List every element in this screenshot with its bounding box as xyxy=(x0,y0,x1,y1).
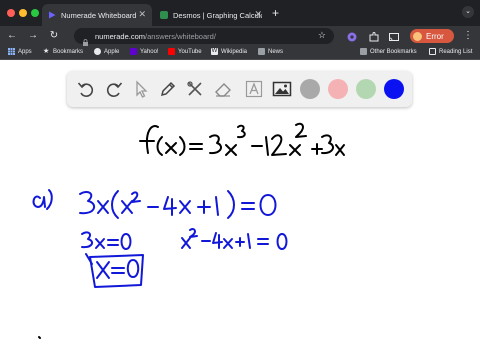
reading-list-icon xyxy=(429,48,436,55)
url-path: /answers/whiteboard/ xyxy=(145,31,216,41)
cast-icon[interactable] xyxy=(388,30,400,42)
bookmark-other-bookmarks[interactable]: Other Bookmarks xyxy=(360,48,417,55)
more-menu-icon[interactable]: ⋮ xyxy=(463,30,473,42)
bookmark-label: Reading List xyxy=(439,48,473,55)
bookmark-apps[interactable]: Apps xyxy=(8,48,32,55)
lock-icon xyxy=(82,33,89,46)
desmos-icon xyxy=(160,11,168,19)
bookmark-label: Yahoo! xyxy=(140,48,159,55)
bookmark-label: Wikipedia xyxy=(221,48,248,55)
apple-icon xyxy=(94,48,101,55)
tab-strip: Numerade Whiteboard ✕ Desmos | Graphing … xyxy=(0,0,480,26)
bookmark-reading-list[interactable]: Reading List xyxy=(429,48,472,55)
extension-icon[interactable] xyxy=(346,30,358,42)
extension-puzzle-icon[interactable] xyxy=(368,30,380,42)
url-host: numerade.com xyxy=(95,31,146,41)
wikipedia-icon: W xyxy=(211,48,218,55)
bookmark-label: Other Bookmarks xyxy=(370,48,417,55)
handwritten-line-b xyxy=(81,227,288,288)
handwritten-function xyxy=(139,122,345,156)
address-bar[interactable]: numerade.com/answers/whiteboard/ ☆ xyxy=(74,28,334,46)
bookmark-label: News xyxy=(268,48,284,55)
news-icon xyxy=(258,48,265,55)
bookmark-label: Apple xyxy=(104,48,120,55)
bookmark-star-icon[interactable]: ☆ xyxy=(318,30,326,41)
browser-toolbar: ← → ↻ numerade.com/answers/whiteboard/ ☆… xyxy=(0,26,480,46)
new-tab-icon[interactable]: + xyxy=(272,6,279,20)
handwritten-line-a xyxy=(32,189,277,219)
folder-icon xyxy=(360,48,367,55)
bookmark-label: YouTube xyxy=(178,48,202,55)
close-tab-icon[interactable]: ✕ xyxy=(138,9,146,20)
handwritten-work xyxy=(32,122,345,339)
minimize-window-button[interactable] xyxy=(19,9,27,17)
bookmark-news[interactable]: News xyxy=(258,48,283,55)
star-icon: ★ xyxy=(43,48,50,55)
forward-icon[interactable]: → xyxy=(26,29,40,43)
bookmark-label: Bookmarks xyxy=(53,48,84,55)
close-window-button[interactable] xyxy=(7,9,15,17)
numerade-play-icon xyxy=(48,11,56,19)
yahoo-icon xyxy=(130,48,137,55)
tab-numerade-whiteboard[interactable]: Numerade Whiteboard ✕ xyxy=(42,4,152,26)
profile-error-button[interactable]: Error xyxy=(410,29,454,43)
tab-desmos[interactable]: Desmos | Graphing Calculat ✕ xyxy=(154,4,268,26)
back-icon[interactable]: ← xyxy=(5,29,19,43)
ink-dot xyxy=(38,336,41,339)
zoom-window-button[interactable] xyxy=(31,9,39,17)
bookmarks-bar: Apps ★ Bookmarks Apple Yahoo! YouTube W Wi… xyxy=(0,46,480,60)
url-text: numerade.com/answers/whiteboard/ xyxy=(95,32,216,41)
tab-label: Desmos | Graphing Calculat xyxy=(173,10,262,20)
bookmark-youtube[interactable]: YouTube xyxy=(168,48,202,55)
youtube-icon xyxy=(168,48,175,55)
bookmark-wikipedia[interactable]: W Wikipedia xyxy=(211,48,247,55)
apps-grid-icon xyxy=(8,48,15,55)
bookmark-bookmarks[interactable]: ★ Bookmarks xyxy=(43,48,83,55)
avatar xyxy=(413,31,422,41)
bookmark-yahoo[interactable]: Yahoo! xyxy=(130,48,159,55)
reload-icon[interactable]: ↻ xyxy=(47,29,61,43)
tab-label: Numerade Whiteboard xyxy=(61,10,137,20)
bookmark-label: Apps xyxy=(18,48,32,55)
tab-search-icon[interactable]: ⌄ xyxy=(462,6,474,18)
profile-error-label: Error xyxy=(426,31,444,41)
close-tab-icon[interactable]: ✕ xyxy=(254,9,262,20)
bookmark-apple[interactable]: Apple xyxy=(94,48,119,55)
